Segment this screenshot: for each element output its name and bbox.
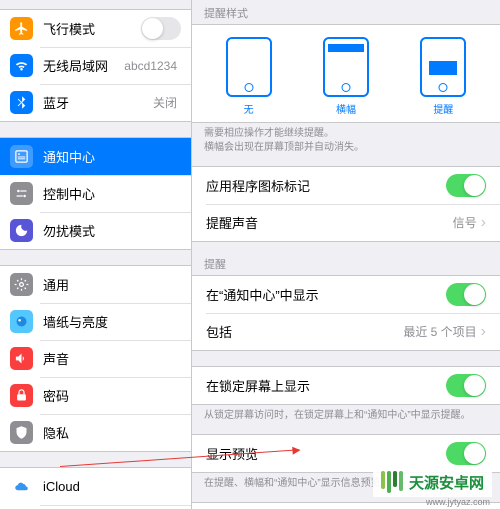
row-label: 应用程序图标标记 xyxy=(206,176,446,195)
row-label: 蓝牙 xyxy=(43,93,153,112)
row-value: 最近 5 个项目 xyxy=(403,323,476,340)
toggle-switch[interactable] xyxy=(446,283,486,306)
watermark-text: 天源安卓网 xyxy=(409,472,484,493)
lock-screen-footer: 从锁定屏幕访问时，在锁定屏幕上和“通知中心”中显示提醒。 xyxy=(192,405,500,425)
row-label: 在锁定屏幕上显示 xyxy=(206,376,446,395)
device-preview-icon xyxy=(226,37,272,97)
sound-icon xyxy=(10,347,33,370)
row-label: 勿扰模式 xyxy=(43,221,181,240)
privacy-icon xyxy=(10,421,33,444)
alerts-header: 提醒 xyxy=(192,251,500,275)
row-label: 无线局域网 xyxy=(43,56,124,75)
alert-style-option[interactable]: 提醒 xyxy=(420,37,466,116)
settings-row[interactable]: 应用程序图标标记 xyxy=(192,167,500,204)
sidebar-item[interactable]: 无线局域网abcd1234 xyxy=(0,47,191,84)
sidebar-item[interactable]: 声音 xyxy=(0,340,191,377)
sidebar-item[interactable]: 蓝牙关闭 xyxy=(0,84,191,121)
row-label: 通用 xyxy=(43,275,181,294)
airplane-icon xyxy=(10,17,33,40)
chevron-right-icon: › xyxy=(481,214,486,232)
row-label: 在“通知中心”中显示 xyxy=(206,285,446,304)
style-label: 无 xyxy=(226,101,272,116)
alert-style-header: 提醒样式 xyxy=(192,0,500,24)
sidebar-item[interactable]: 控制中心 xyxy=(0,175,191,212)
alert-style-option[interactable]: 横幅 xyxy=(323,37,369,116)
row-label: 墙纸与亮度 xyxy=(43,312,181,331)
control-icon xyxy=(10,182,33,205)
alert-style-picker: 无 横幅 提醒 xyxy=(192,25,500,122)
settings-sidebar: 飞行模式无线局域网abcd1234蓝牙关闭 通知中心控制中心勿扰模式 通用墙纸与… xyxy=(0,0,192,509)
row-value: abcd1234 xyxy=(124,59,177,73)
row-label: 控制中心 xyxy=(43,184,181,203)
icloud-icon xyxy=(10,475,33,498)
sidebar-item[interactable]: 邮件、通讯录、日历 xyxy=(0,505,191,509)
sidebar-item[interactable]: 通知中心 xyxy=(0,138,191,175)
row-label: iCloud xyxy=(43,479,181,494)
row-value: 关闭 xyxy=(153,94,177,111)
watermark: 天源安卓网 xyxy=(373,467,492,497)
row-label: 提醒声音 xyxy=(206,213,453,232)
general-icon xyxy=(10,273,33,296)
wifi-icon xyxy=(10,54,33,77)
watermark-logo xyxy=(381,471,403,493)
style-label: 横幅 xyxy=(323,101,369,116)
row-value: 信号 xyxy=(453,214,477,231)
device-preview-icon xyxy=(323,37,369,97)
settings-row[interactable]: 提醒声音信号› xyxy=(192,204,500,241)
sidebar-item[interactable]: 通用 xyxy=(0,266,191,303)
wall-icon xyxy=(10,310,33,333)
dnd-icon xyxy=(10,219,33,242)
sidebar-item[interactable]: 密码 xyxy=(0,377,191,414)
alert-style-footer: 需要相应操作才能继续提醒。横幅会出现在屏幕顶部并自动消失。 xyxy=(192,123,500,157)
notif-icon xyxy=(10,145,33,168)
row-label: 包括 xyxy=(206,322,403,341)
row-label: 飞行模式 xyxy=(43,19,141,38)
toggle-switch[interactable] xyxy=(141,17,181,40)
sidebar-item[interactable]: 墙纸与亮度 xyxy=(0,303,191,340)
row-label: 声音 xyxy=(43,349,181,368)
settings-row[interactable]: 包括最近 5 个项目 › xyxy=(192,313,500,350)
sidebar-item[interactable]: 勿扰模式 xyxy=(0,212,191,249)
sidebar-item[interactable]: 隐私 xyxy=(0,414,191,451)
chevron-right-icon: › xyxy=(481,323,486,341)
sidebar-item[interactable]: iCloud xyxy=(0,468,191,505)
toggle-switch[interactable] xyxy=(446,442,486,465)
row-label: 隐私 xyxy=(43,423,181,442)
bt-icon xyxy=(10,91,33,114)
toggle-switch[interactable] xyxy=(446,374,486,397)
alert-style-option[interactable]: 无 xyxy=(226,37,272,116)
style-label: 提醒 xyxy=(420,101,466,116)
watermark-url: www.jytyaz.com xyxy=(426,497,490,507)
pass-icon xyxy=(10,384,33,407)
row-label: 通知中心 xyxy=(43,147,181,166)
sidebar-item[interactable]: 飞行模式 xyxy=(0,10,191,47)
device-preview-icon xyxy=(420,37,466,97)
settings-row[interactable]: 在锁定屏幕上显示 xyxy=(192,367,500,404)
toggle-switch[interactable] xyxy=(446,174,486,197)
row-label: 密码 xyxy=(43,386,181,405)
detail-pane: 提醒样式 无横幅提醒 需要相应操作才能继续提醒。横幅会出现在屏幕顶部并自动消失。… xyxy=(192,0,500,509)
settings-row[interactable]: 在“通知中心”中显示 xyxy=(192,276,500,313)
